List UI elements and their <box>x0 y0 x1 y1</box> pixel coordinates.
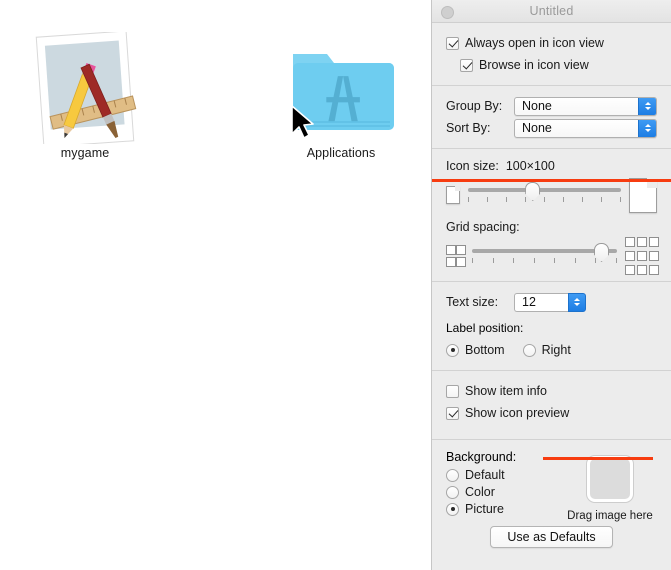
checkbox-show-icon-preview[interactable]: Show icon preview <box>432 403 671 423</box>
group-by-value: None <box>522 99 552 113</box>
desktop-icon-mygame[interactable]: mygame <box>15 30 155 160</box>
icon-size-value: 100×100 <box>505 159 555 173</box>
chevron-updown-icon[interactable] <box>638 119 656 137</box>
desktop-icon-label: Applications <box>306 146 376 160</box>
applications-folder-icon <box>271 32 411 144</box>
checkbox-show-item-info[interactable]: Show item info <box>432 381 671 401</box>
icon-size-slider-row <box>446 177 657 213</box>
close-window-button[interactable] <box>441 6 454 19</box>
label-position-options: Bottom Right <box>432 340 671 360</box>
text-size-value[interactable]: 12 <box>514 292 568 312</box>
large-grid-icon <box>625 237 659 275</box>
checkbox-box-icon[interactable] <box>460 58 473 72</box>
display-options-section: Show item info Show icon preview <box>432 371 671 440</box>
checkbox-always-open-icon-view[interactable]: Always open in icon view <box>432 33 671 53</box>
small-grid-icon <box>446 245 466 267</box>
slider-ticks <box>472 258 617 264</box>
view-options-panel: Untitled Always open in icon view Browse… <box>431 0 671 570</box>
text-size-label: Text size: <box>446 295 499 309</box>
document-pencil-ruler-brush-icon <box>15 30 155 148</box>
desktop-area[interactable]: mygame Applications <box>0 0 431 570</box>
radio-picture[interactable] <box>446 502 459 516</box>
text-section: Text size: 12 Label position: Bottom Rig… <box>432 282 671 371</box>
radio-default-label: Default <box>465 468 505 482</box>
small-document-icon <box>446 186 460 204</box>
radio-row-default[interactable]: Default <box>446 468 563 482</box>
text-size-stepper[interactable]: 12 <box>514 292 586 312</box>
group-by-dropdown[interactable]: None <box>514 96 657 116</box>
group-by-label: Group By: <box>446 99 503 113</box>
grid-spacing-block: Grid spacing: <box>432 220 671 275</box>
radio-row-picture[interactable]: Picture <box>446 502 563 516</box>
slider-track <box>468 188 621 192</box>
desktop-icon-applications[interactable]: Applications <box>271 32 411 160</box>
arrow-pointer-icon <box>291 105 314 139</box>
stepper-updown-icon[interactable] <box>568 292 586 312</box>
group-by-row: Group By: None <box>432 96 671 116</box>
icon-size-block: Icon size: 100×100 <box>432 159 671 213</box>
text-size-row: Text size: 12 <box>432 292 671 312</box>
radio-bottom[interactable] <box>446 343 459 357</box>
arrange-section: Group By: None Sort By: None <box>432 86 671 149</box>
radio-default[interactable] <box>446 468 459 482</box>
icon-size-slider[interactable] <box>468 182 621 208</box>
radio-row-color[interactable]: Color <box>446 485 563 499</box>
checkbox-box-icon[interactable] <box>446 384 459 398</box>
panel-title: Untitled <box>529 4 574 18</box>
slider-ticks <box>468 197 621 203</box>
label-position-row: Label position: <box>432 318 671 338</box>
checkbox-label: Always open in icon view <box>465 36 604 50</box>
radio-bottom-label: Bottom <box>465 343 505 357</box>
drag-image-caption: Drag image here <box>567 510 653 522</box>
chevron-updown-icon[interactable] <box>638 97 656 115</box>
radio-color-label: Color <box>465 485 495 499</box>
radio-right-label: Right <box>541 343 571 357</box>
icon-size-label: Icon size: <box>446 159 499 173</box>
sort-by-row: Sort By: None <box>432 118 671 138</box>
use-as-defaults-button[interactable]: Use as Defaults <box>490 526 613 548</box>
checkbox-label: Show icon preview <box>465 406 570 420</box>
desktop-icon-label: mygame <box>60 146 110 160</box>
checkbox-box-icon[interactable] <box>446 406 459 420</box>
large-document-icon <box>629 177 657 213</box>
grid-spacing-caption: Grid spacing: <box>446 220 657 234</box>
grid-spacing-label: Grid spacing: <box>446 220 520 234</box>
red-underline-drag-image <box>543 457 653 460</box>
background-image-well[interactable] <box>587 456 633 502</box>
sort-by-label: Sort By: <box>446 121 491 135</box>
icon-size-caption: Icon size: 100×100 <box>446 159 657 173</box>
radio-right[interactable] <box>522 343 536 357</box>
label-position-label: Label position: <box>446 321 524 335</box>
checkbox-label: Show item info <box>465 384 547 398</box>
checkbox-box-icon[interactable] <box>446 36 459 50</box>
size-section: Icon size: 100×100 Grid spacing: <box>432 149 671 282</box>
radio-color[interactable] <box>446 485 459 499</box>
radio-picture-label: Picture <box>465 502 504 516</box>
red-underline-icon-size <box>432 179 671 182</box>
panel-titlebar: Untitled <box>432 0 671 23</box>
checkbox-label: Browse in icon view <box>479 58 589 72</box>
grid-spacing-slider[interactable] <box>472 243 617 269</box>
sort-by-dropdown[interactable]: None <box>514 118 657 138</box>
background-section: Background: Default Color Picture Drag i… <box>432 440 671 530</box>
grid-spacing-slider-row <box>446 237 659 275</box>
checkbox-browse-icon-view[interactable]: Browse in icon view <box>432 55 671 75</box>
sort-by-value: None <box>522 121 552 135</box>
view-mode-section: Always open in icon view Browse in icon … <box>432 23 671 86</box>
